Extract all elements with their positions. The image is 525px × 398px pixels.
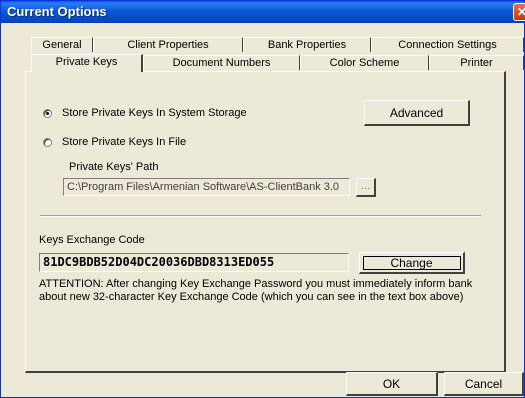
system-storage-label[interactable]: Store Private Keys In System Storage [62,107,247,120]
change-button[interactable]: Change [359,252,465,274]
attention-line-2: about new 32-character Key Exchange Code… [39,291,464,303]
tab-private-keys[interactable]: Private Keys [31,54,143,72]
close-icon[interactable]: ✕ [513,3,525,21]
current-options-dialog: Current Options ✕ General Client Propert… [0,0,525,398]
tab-general[interactable]: General [31,37,93,52]
advanced-button[interactable]: Advanced [364,100,470,126]
file-storage-radio[interactable] [43,138,52,147]
tab-printer[interactable]: Printer [429,55,524,70]
private-keys-path-field[interactable]: C:\Program Files\Armenian Software\AS-Cl… [63,178,350,196]
private-keys-path-label: Private Keys' Path [69,161,159,173]
cancel-button[interactable]: Cancel [444,372,524,396]
attention-line-1: ATTENTION: After changing Key Exchange P… [39,278,473,290]
ok-button[interactable]: OK [346,372,438,396]
tab-client-properties[interactable]: Client Properties [93,37,243,52]
tab-color-scheme[interactable]: Color Scheme [300,55,429,70]
system-storage-radio[interactable] [43,109,52,118]
browse-path-button[interactable]: ... [356,178,376,197]
title-bar[interactable]: Current Options ✕ [1,1,525,23]
keys-exchange-code-label: Keys Exchange Code [39,234,145,246]
private-keys-panel: Store Private Keys In System Storage Adv… [25,71,506,373]
keys-exchange-code-field[interactable]: 81DC9BDB52D04DC20036DBD8313ED055 [39,253,349,272]
tab-bank-properties[interactable]: Bank Properties [243,37,371,52]
file-storage-label[interactable]: Store Private Keys In File [62,136,186,149]
section-divider [40,215,481,217]
window-title: Current Options [7,4,107,19]
tab-connection-settings[interactable]: Connection Settings [371,37,524,52]
tab-document-numbers[interactable]: Document Numbers [143,55,300,70]
